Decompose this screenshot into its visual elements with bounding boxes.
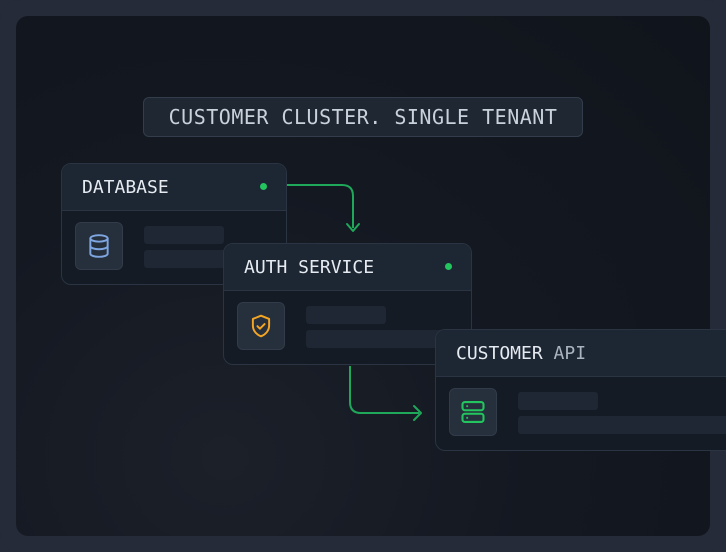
shield-check-icon	[237, 302, 285, 350]
edge-database-to-auth	[287, 184, 354, 228]
edge-auth-to-api	[349, 366, 419, 414]
node-title-auth-service: AUTH SERVICE	[244, 257, 375, 278]
placeholder-line	[518, 392, 598, 410]
server-icon	[449, 388, 497, 436]
node-title-database: DATABASE	[82, 177, 169, 198]
node-card-header: DATABASE	[62, 164, 286, 211]
placeholder-line	[306, 306, 386, 324]
node-card-customer-api[interactable]: CUSTOMER API	[435, 329, 726, 451]
node-card-header: CUSTOMER API	[436, 330, 726, 377]
node-title-customer-api: CUSTOMER API	[456, 343, 587, 364]
database-icon	[75, 222, 123, 270]
placeholder-line	[518, 416, 726, 434]
status-dot	[260, 183, 267, 190]
node-card-header: AUTH SERVICE	[224, 244, 471, 291]
status-dot	[445, 263, 452, 270]
placeholder-line	[144, 226, 224, 244]
